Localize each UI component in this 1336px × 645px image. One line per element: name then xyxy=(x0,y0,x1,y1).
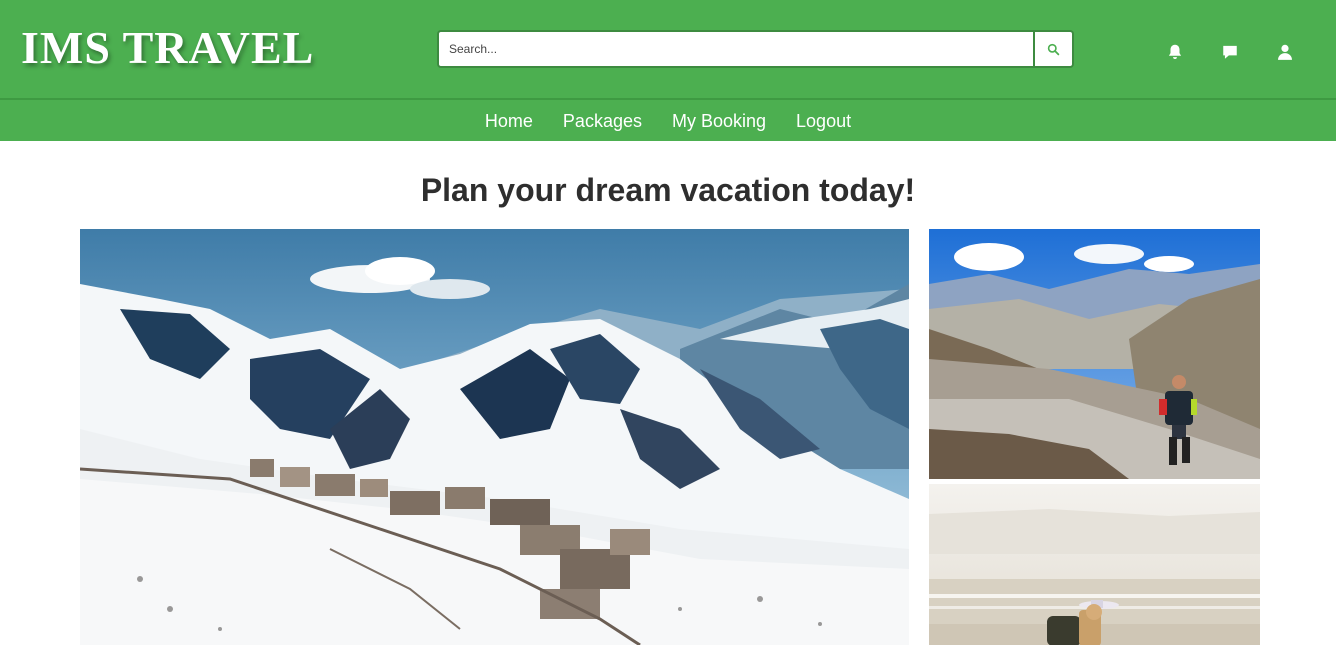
hero-headline: Plan your dream vacation today! xyxy=(420,172,916,208)
messages-button[interactable] xyxy=(1219,39,1274,65)
main-nav: Home Packages My Booking Logout xyxy=(0,98,1336,141)
nav-logout[interactable]: Logout xyxy=(796,110,851,132)
top-header: IMS TRAVEL xyxy=(0,0,1336,98)
nav-my-booking[interactable]: My Booking xyxy=(672,110,766,132)
nav-home[interactable]: Home xyxy=(485,110,533,132)
profile-button[interactable] xyxy=(1274,39,1329,65)
user-icon xyxy=(1278,44,1292,60)
chat-icon xyxy=(1223,45,1237,59)
search-icon xyxy=(1047,43,1060,55)
bell-icon xyxy=(1168,44,1182,59)
notifications-button[interactable] xyxy=(1164,39,1219,65)
search-button[interactable] xyxy=(1035,30,1074,68)
gallery-image-hiker xyxy=(929,229,1260,479)
hero-headline-wrap: Plan your dream vacation today! xyxy=(0,172,1336,209)
gallery-image-traveler xyxy=(929,484,1260,645)
brand-logo[interactable]: IMS TRAVEL xyxy=(21,22,314,74)
header-actions xyxy=(1164,39,1329,65)
gallery-image-main xyxy=(80,229,909,645)
nav-packages[interactable]: Packages xyxy=(563,110,642,132)
search-input[interactable] xyxy=(437,30,1035,68)
search-bar xyxy=(437,30,1074,68)
